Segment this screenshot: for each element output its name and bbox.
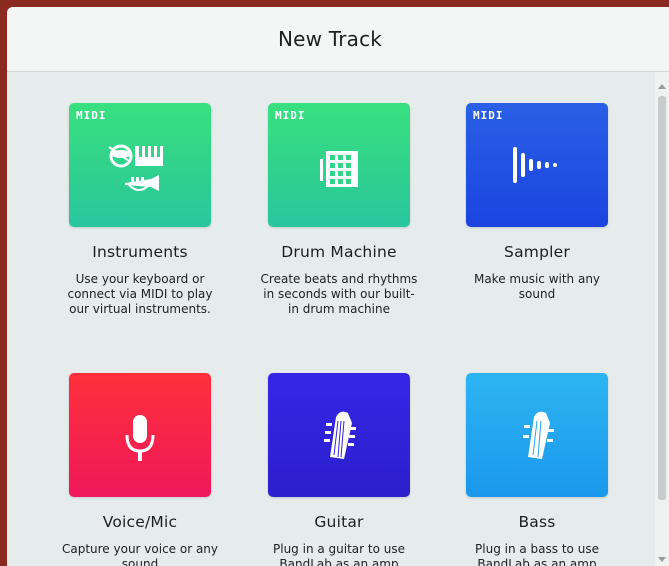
track-description: Capture your voice or any sound bbox=[61, 542, 219, 566]
track-title: Instruments bbox=[92, 243, 188, 261]
track-title: Sampler bbox=[504, 243, 570, 261]
sampler-tile[interactable]: MIDI bbox=[466, 103, 608, 227]
track-card-drum-machine[interactable]: MIDI Drum Machine Create beats and rhyth… bbox=[254, 103, 424, 317]
voice-mic-tile[interactable] bbox=[69, 373, 211, 497]
track-description: Make music with any sound bbox=[473, 272, 601, 301]
track-description: Create beats and rhythms in seconds with… bbox=[260, 272, 418, 316]
dialog-title: New Track bbox=[277, 27, 383, 51]
vertical-scrollbar[interactable] bbox=[655, 72, 669, 566]
bass-tile[interactable] bbox=[466, 373, 608, 497]
scroll-up-icon[interactable] bbox=[658, 84, 666, 89]
guitar-tile[interactable] bbox=[268, 373, 410, 497]
instruments-icon bbox=[108, 144, 163, 191]
waveform-icon bbox=[513, 147, 557, 183]
instruments-tile[interactable]: MIDI bbox=[69, 103, 211, 227]
track-title: Voice/Mic bbox=[102, 513, 178, 531]
track-card-voice-mic[interactable]: Voice/Mic Capture your voice or any soun… bbox=[55, 373, 225, 566]
track-description: Use your keyboard or connect via MIDI to… bbox=[67, 272, 213, 316]
microphone-icon bbox=[125, 415, 155, 461]
dialog-header: New Track bbox=[7, 7, 669, 72]
track-card-guitar[interactable]: Guitar Plug in a guitar to use BandLab a… bbox=[254, 373, 424, 566]
drum-pad-icon bbox=[320, 151, 358, 187]
track-card-instruments[interactable]: MIDI Instruments Use your keyboard or co… bbox=[55, 103, 225, 317]
scroll-down-icon[interactable] bbox=[658, 557, 666, 562]
new-track-dialog: New Track MIDI Instruments Use your keyb… bbox=[7, 7, 669, 566]
track-title: Guitar bbox=[314, 513, 364, 531]
bass-headstock-icon bbox=[523, 411, 554, 459]
track-description: Plug in a bass to use BandLab as an amp bbox=[475, 542, 599, 566]
track-description: Plug in a guitar to use BandLab as an am… bbox=[273, 542, 405, 566]
track-title: Drum Machine bbox=[281, 243, 397, 261]
track-card-sampler[interactable]: MIDI Sampler Make music with any sound bbox=[452, 103, 622, 302]
track-grid: MIDI Instruments Use your keyboard or co… bbox=[7, 72, 655, 566]
drum-machine-tile[interactable]: MIDI bbox=[268, 103, 410, 227]
guitar-headstock-icon bbox=[324, 411, 356, 459]
track-card-bass[interactable]: Bass Plug in a bass to use BandLab as an… bbox=[452, 373, 622, 566]
track-title: Bass bbox=[518, 513, 556, 531]
scroll-thumb[interactable] bbox=[658, 96, 666, 500]
